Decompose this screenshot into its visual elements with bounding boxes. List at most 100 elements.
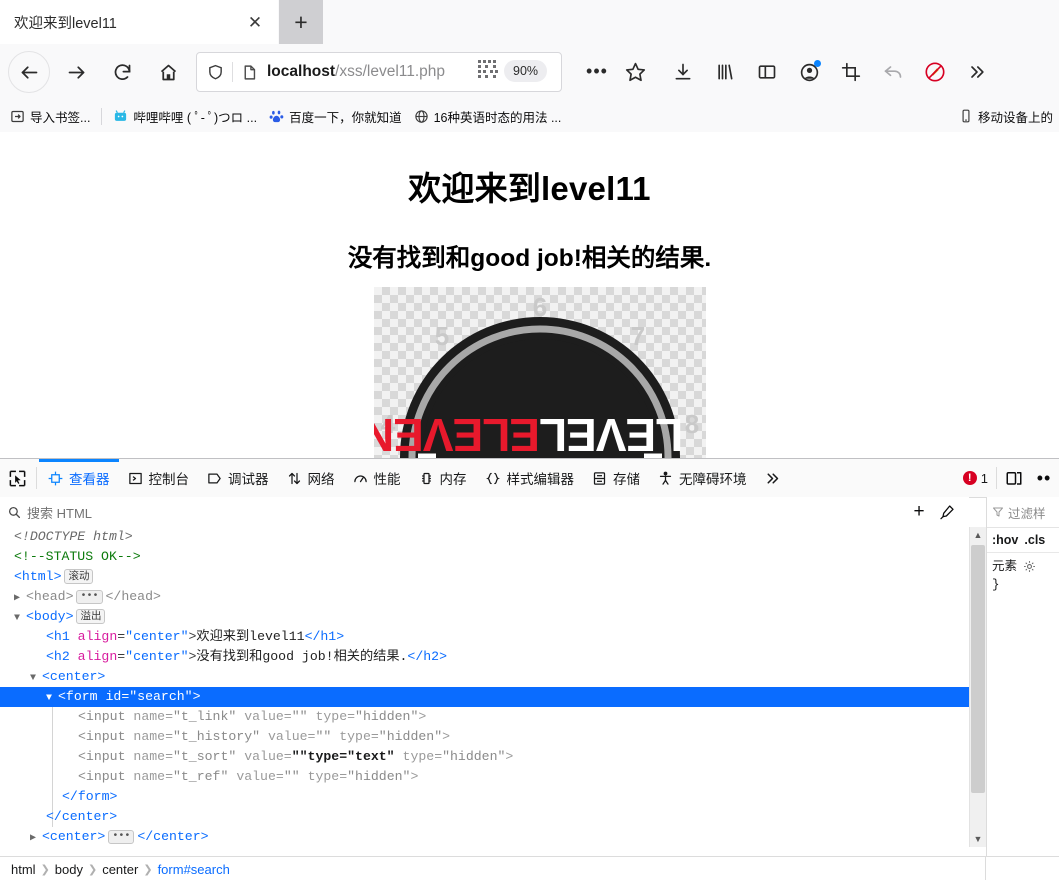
markup-row-body[interactable]: ▼ <body> 溢出 (0, 607, 969, 627)
tab-title: 欢迎来到level11 (14, 15, 117, 32)
twisty-expanded-icon[interactable]: ▼ (30, 669, 42, 689)
new-tab-button[interactable]: + (279, 0, 323, 44)
markup-row-form-selected[interactable]: ▼ <form id="search"> (0, 687, 969, 707)
twisty-expanded-icon[interactable]: ▼ (46, 689, 58, 709)
tab-storage[interactable]: 存储 (583, 459, 649, 497)
toolbar-overflow-icon[interactable] (956, 52, 998, 92)
close-tab-icon[interactable]: ✕ (244, 11, 266, 33)
input-attr-name: name (133, 709, 166, 724)
globe-icon (414, 109, 429, 124)
tab-debugger[interactable]: 调试器 (198, 459, 278, 497)
h1-attr-value: "center" (125, 629, 189, 644)
scroll-down-icon[interactable]: ▼ (970, 831, 986, 847)
screenshot-icon[interactable] (830, 52, 872, 92)
inspector-icon (48, 471, 63, 486)
blocked-script-icon[interactable] (914, 52, 956, 92)
scrollbar-thumb[interactable] (971, 545, 985, 793)
markup-row-doctype[interactable]: <!DOCTYPE html> (0, 527, 969, 547)
reload-icon[interactable] (102, 52, 142, 92)
cls-button[interactable]: .cls (1024, 533, 1045, 547)
markup-row-input-t-sort[interactable]: <input name="t_sort" value=""type="text"… (0, 747, 969, 767)
markup-row-input-t-link[interactable]: <input name="t_link" value="" type="hidd… (0, 707, 969, 727)
collapsed-children-icon[interactable]: ••• (108, 830, 135, 844)
markup-scrollbar[interactable]: ▲ ▼ (969, 527, 986, 847)
zoom-level-badge[interactable]: 90% (504, 60, 548, 82)
element-picker-icon[interactable] (0, 460, 34, 496)
add-node-button[interactable]: + (905, 501, 933, 523)
markup-row-form-close[interactable]: </form> (0, 787, 969, 807)
tab-memory[interactable]: 内存 (410, 459, 476, 497)
url-text: localhost/xss/level11.php (267, 63, 445, 81)
tab-accessibility[interactable]: 无障碍环境 (649, 459, 756, 497)
markup-row-head[interactable]: ▶ <head> ••• </head> (0, 587, 969, 607)
shield-icon[interactable] (207, 63, 224, 81)
breadcrumb-item-body[interactable]: body (52, 862, 86, 877)
markup-row-center-close[interactable]: </center> (0, 807, 969, 827)
input-tag: <input (78, 709, 126, 724)
markup-row-input-t-ref[interactable]: <input name="t_ref" value="" type="hidde… (0, 767, 969, 787)
markup-row-center-open[interactable]: ▼ <center> (0, 667, 969, 687)
bookmark-import[interactable]: 导入书签... (4, 104, 96, 128)
html-search-bar[interactable]: 搜索 HTML + (0, 497, 969, 528)
markup-row-html[interactable]: <html> 滚动 (0, 567, 969, 587)
hov-button[interactable]: :hov (992, 533, 1018, 547)
eyedropper-icon[interactable] (933, 501, 961, 523)
storage-icon (592, 471, 607, 486)
devtools-tabs-overflow-icon[interactable] (756, 459, 789, 497)
svg-text:ELEVEN: ELEVEN (374, 409, 540, 458)
sidebar-icon[interactable] (746, 52, 788, 92)
download-icon[interactable] (662, 52, 704, 92)
comment-text: <!--STATUS OK--> (14, 549, 141, 564)
back-arrow-icon[interactable] (8, 51, 50, 93)
h2-text: 没有找到和good job!相关的结果. (196, 649, 408, 664)
tab-inspector[interactable]: 查看器 (39, 459, 119, 497)
twisty-expanded-icon[interactable]: ▼ (14, 609, 26, 629)
breadcrumb-item-html[interactable]: html (8, 862, 39, 877)
tab-label: 控制台 (148, 472, 190, 487)
error-badge[interactable]: ! 1 (962, 471, 988, 486)
bookmark-star-icon[interactable] (620, 56, 650, 86)
url-path: /xss/level11.php (335, 63, 446, 80)
bookmark-mobile-devices[interactable]: 移动设备上的 (953, 104, 1059, 128)
breadcrumb-separator-icon: ❯ (143, 863, 153, 876)
markup-row-comment[interactable]: <!--STATUS OK--> (0, 547, 969, 567)
markup-row-h2[interactable]: <h2 align="center">没有找到和good job!相关的结果.<… (0, 647, 969, 667)
performance-icon (353, 471, 368, 486)
tab-performance[interactable]: 性能 (344, 459, 410, 497)
page-actions-icon[interactable]: ••• (582, 58, 612, 84)
forward-arrow-icon[interactable] (56, 52, 96, 92)
breadcrumb-item-form-search[interactable]: form#search (155, 862, 233, 877)
bookmark-bilibili[interactable]: 哔哩哔哩 ( ﾟ- ﾟ)つロ ... (107, 104, 263, 128)
undo-icon[interactable] (872, 52, 914, 92)
markup-row-h1[interactable]: <h1 align="center">欢迎来到level11</h1> (0, 627, 969, 647)
breadcrumb-item-center[interactable]: center (99, 862, 141, 877)
style-editor-icon (485, 471, 501, 486)
account-icon[interactable] (788, 52, 830, 92)
qr-code-icon[interactable] (478, 60, 499, 81)
tab-network[interactable]: 网络 (278, 459, 344, 497)
input-attr-name: type (339, 729, 371, 744)
markup-row-input-t-history[interactable]: <input name="t_history" value="" type="h… (0, 727, 969, 747)
url-bar-divider (232, 62, 233, 82)
tab-style-editor[interactable]: 样式编辑器 (476, 459, 584, 497)
markup-row-center2[interactable]: ▶ <center> ••• </center> (0, 827, 969, 847)
tab-console[interactable]: 控制台 (119, 459, 199, 497)
home-icon[interactable] (148, 52, 188, 92)
devtools-more-icon[interactable]: •• (1029, 460, 1059, 496)
gear-icon[interactable] (1023, 560, 1036, 573)
dock-to-side-icon[interactable] (999, 460, 1029, 496)
collapsed-children-icon[interactable]: ••• (76, 590, 103, 604)
scroll-up-icon[interactable]: ▲ (970, 527, 986, 543)
input-attr-name: type (307, 769, 340, 784)
browser-tab[interactable]: 欢迎来到level11 ✕ (0, 0, 278, 44)
tab-strip-empty-area[interactable] (323, 0, 1059, 44)
style-filter-input[interactable]: 过滤样 (987, 497, 1059, 528)
bookmark-baidu[interactable]: 百度一下，你就知道 (263, 104, 408, 128)
html-markup-tree[interactable]: <!DOCTYPE html> <!--STATUS OK--> <html> 滚… (0, 527, 969, 847)
search-input[interactable]: 搜索 HTML (27, 503, 92, 522)
twisty-collapsed-icon[interactable]: ▶ (14, 589, 26, 609)
library-icon[interactable] (704, 52, 746, 92)
bookmark-english-tenses[interactable]: 16种英语时态的用法 ... (408, 104, 568, 128)
twisty-collapsed-icon[interactable]: ▶ (30, 829, 42, 847)
baidu-icon (269, 109, 284, 124)
